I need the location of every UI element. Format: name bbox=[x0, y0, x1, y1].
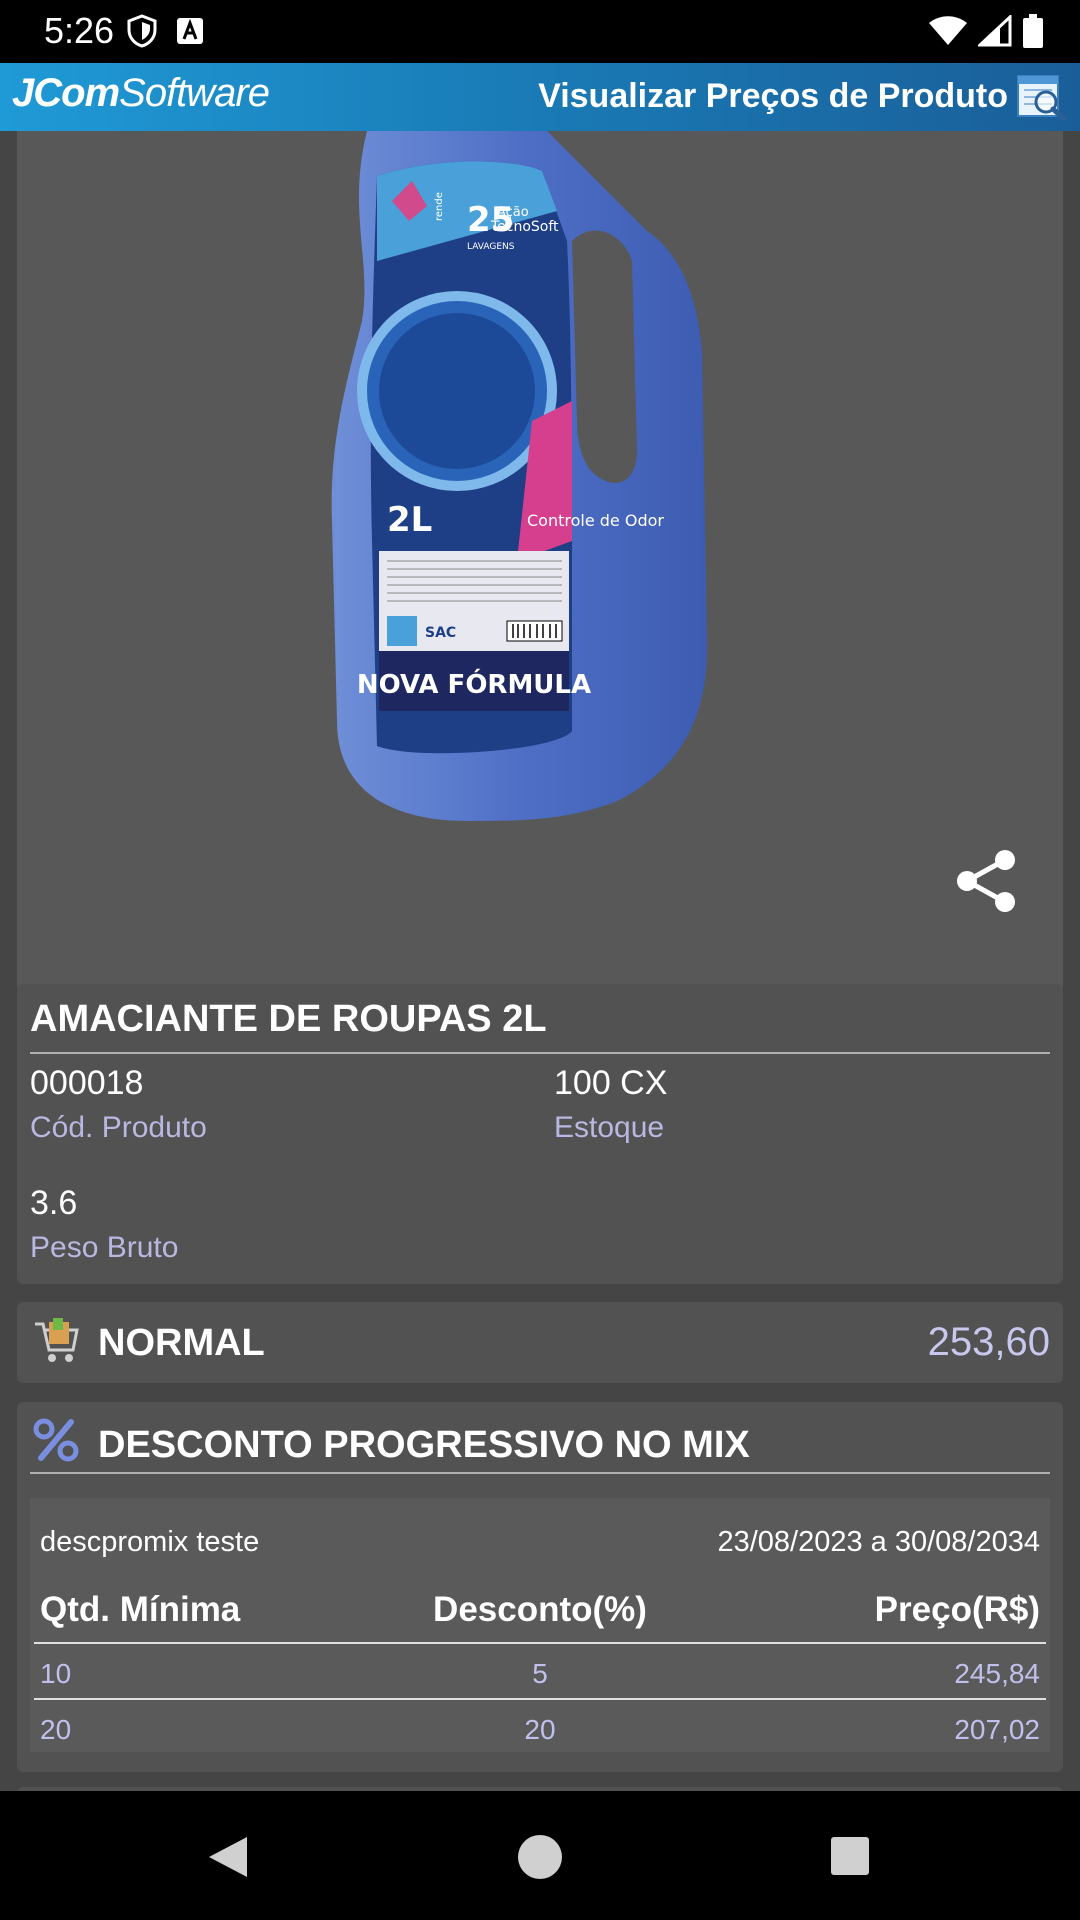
wifi-icon bbox=[929, 16, 967, 45]
row-discount: 20 bbox=[524, 1714, 556, 1745]
header-divider bbox=[34, 1642, 1046, 1644]
image-label-text: NOVA FÓRMULA bbox=[357, 668, 591, 700]
status-time: 5:26 bbox=[44, 10, 115, 51]
gross-weight-value: 3.6 bbox=[30, 1184, 78, 1222]
promo-period: 23/08/2023 a 30/08/2034 bbox=[717, 1526, 1040, 1558]
image-badge: Controle de Odor bbox=[527, 511, 664, 530]
a-box-icon bbox=[177, 18, 203, 44]
battery-icon bbox=[1023, 14, 1043, 48]
normal-price-card[interactable]: NORMAL 253,60 bbox=[17, 1302, 1063, 1383]
gross-weight-label: Peso Bruto bbox=[30, 1231, 179, 1264]
discount-title: DESCONTO PROGRESSIVO NO MIX bbox=[98, 1424, 750, 1466]
brand-bold: JCom bbox=[12, 71, 120, 115]
status-bar: 5:26 bbox=[0, 0, 1080, 63]
cart-icon bbox=[35, 1318, 79, 1362]
progressive-discount-card: DESCONTO PROGRESSIVO NO MIX descpromix t… bbox=[17, 1402, 1063, 1772]
product-title: AMACIANTE DE ROUPAS 2L bbox=[30, 998, 547, 1040]
normal-price-label: NORMAL bbox=[98, 1322, 265, 1364]
share-icon[interactable] bbox=[953, 846, 1023, 916]
percent-icon bbox=[33, 1418, 79, 1462]
page-title: Visualizar Preços de Produto bbox=[538, 77, 1008, 115]
row-discount: 5 bbox=[532, 1658, 548, 1689]
image-washes-suffix: LAVAGENS bbox=[467, 242, 515, 252]
normal-price-value: 253,60 bbox=[927, 1320, 1050, 1364]
recents-icon[interactable] bbox=[829, 1835, 871, 1877]
app-bar: JComSoftware Visualizar Preços de Produt… bbox=[0, 63, 1080, 131]
title-divider bbox=[30, 1052, 1050, 1054]
product-info-card: AMACIANTE DE ROUPAS 2L 000018 Cód. Produ… bbox=[17, 984, 1063, 1284]
brand-light: Software bbox=[119, 71, 270, 115]
stock-value: 100 CX bbox=[554, 1064, 668, 1102]
product-code-value: 000018 bbox=[30, 1064, 144, 1102]
stock-label: Estoque bbox=[554, 1111, 665, 1144]
row-divider bbox=[34, 1698, 1046, 1700]
shield-icon bbox=[127, 14, 157, 48]
image-volume: 2L bbox=[387, 500, 432, 540]
product-code-label: Cód. Produto bbox=[30, 1111, 207, 1144]
row-price: 245,84 bbox=[954, 1658, 1040, 1689]
image-washes-prefix: rende bbox=[434, 192, 445, 221]
back-icon[interactable] bbox=[205, 1833, 251, 1881]
product-image-card: 25 Ação TecnoSoft LAVAGENS rende Control… bbox=[17, 131, 1063, 1098]
signal-icon bbox=[978, 15, 1012, 47]
home-icon[interactable] bbox=[516, 1833, 564, 1881]
brand-logo: JComSoftware bbox=[12, 71, 270, 116]
discount-table: descpromix teste 23/08/2023 a 30/08/2034… bbox=[30, 1498, 1050, 1752]
search-list-icon[interactable] bbox=[1016, 72, 1068, 122]
image-tag-line1: Ação bbox=[497, 205, 529, 220]
column-header-price: Preço(R$) bbox=[874, 1590, 1040, 1629]
product-image[interactable]: 25 Ação TecnoSoft LAVAGENS rende Control… bbox=[317, 131, 787, 941]
content-scroll[interactable]: 25 Ação TecnoSoft LAVAGENS rende Control… bbox=[0, 131, 1080, 1791]
discount-divider bbox=[30, 1472, 1050, 1474]
image-sac: SAC bbox=[425, 625, 456, 641]
row-price: 207,02 bbox=[954, 1714, 1040, 1745]
navigation-bar bbox=[0, 1791, 1080, 1920]
image-tag-line2: TecnoSoft bbox=[490, 219, 559, 235]
promo-name: descpromix teste bbox=[40, 1526, 260, 1558]
